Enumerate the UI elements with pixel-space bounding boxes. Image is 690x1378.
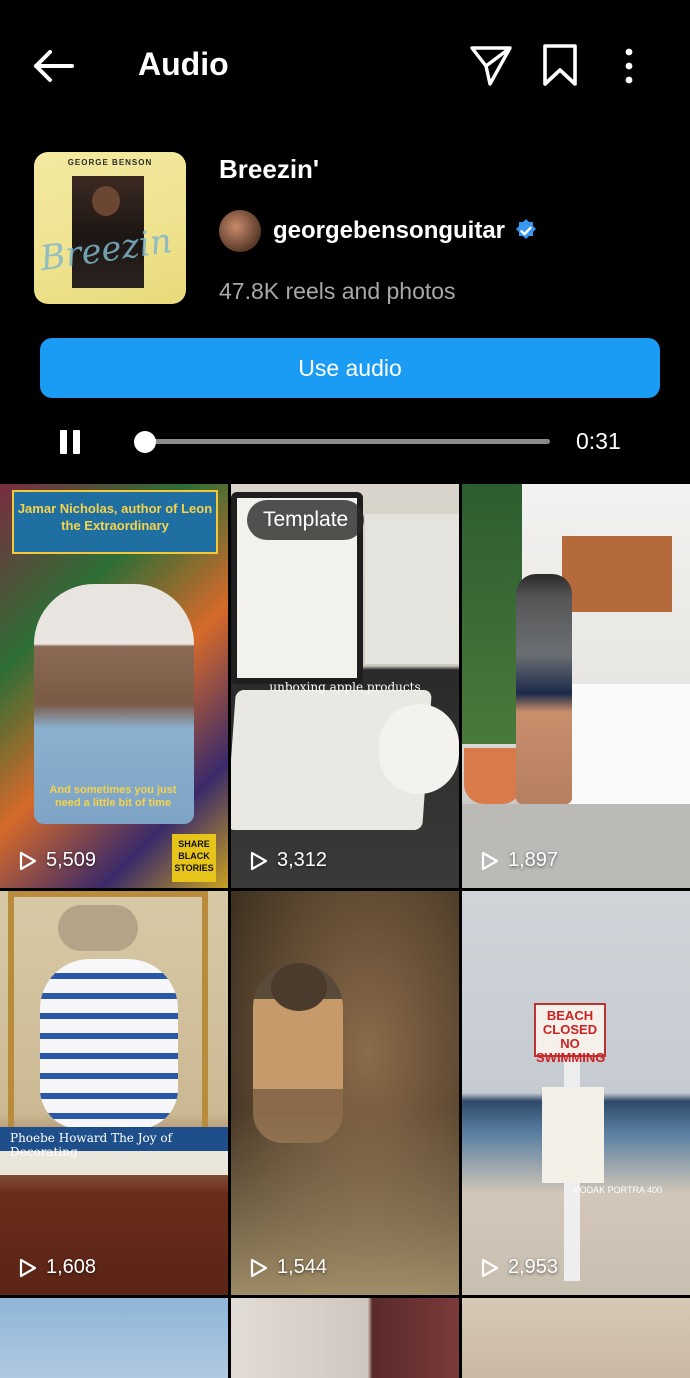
- reel-tile[interactable]: [462, 1298, 690, 1378]
- share-black-stories-badge: SHARE BLACK STORIES: [172, 834, 216, 882]
- artist-link[interactable]: georgebensonguitar: [219, 208, 539, 254]
- floor: [462, 804, 690, 888]
- reel-caption: And sometimes you just need a little bit…: [49, 784, 177, 809]
- arrow-left-icon[interactable]: [28, 44, 80, 88]
- more-vertical-icon[interactable]: [614, 44, 644, 88]
- reel-count: 47.8K reels and photos: [219, 278, 456, 304]
- reel-tile[interactable]: [0, 1298, 228, 1378]
- water-conditions-sign: [542, 1087, 604, 1183]
- view-count: 1,544: [247, 1256, 327, 1279]
- album-cover-title: GEORGE BENSON: [67, 158, 153, 167]
- reel-tile[interactable]: 1,544: [231, 891, 459, 1295]
- play-icon: [481, 851, 499, 870]
- verified-badge-icon: [516, 219, 537, 239]
- playback-progress-track[interactable]: [144, 439, 550, 444]
- playback-scrubber-handle[interactable]: [134, 431, 156, 453]
- album-cover: GEORGE BENSON Breezin: [34, 152, 186, 304]
- pause-icon[interactable]: [58, 428, 82, 456]
- counter: [564, 684, 690, 824]
- play-icon: [19, 1258, 37, 1277]
- view-count: 5,509: [16, 849, 96, 872]
- product-box: [365, 514, 459, 664]
- play-icon: [19, 851, 37, 870]
- book-title: Phoebe Howard The Joy of Decorating: [10, 1131, 173, 1159]
- playback-time: 0:31: [576, 428, 621, 454]
- view-count: 2,953: [478, 1256, 558, 1279]
- reel-tile[interactable]: Phoebe Howard The Joy of Decorating 1,60…: [0, 891, 228, 1295]
- reel-tile[interactable]: unboxing apple products Template 3,312: [231, 484, 459, 888]
- reel-title-banner: Jamar Nicholas, author of Leon the Extra…: [12, 490, 218, 554]
- view-count: 3,312: [247, 849, 327, 872]
- plant-pot: [464, 748, 522, 804]
- mouse: [379, 704, 459, 794]
- album-cover-face: [92, 186, 120, 216]
- template-badge: Template: [247, 500, 365, 540]
- ginger-jar: [40, 959, 178, 1129]
- play-icon: [250, 1258, 268, 1277]
- view-count: 1,897: [478, 849, 558, 872]
- bookmark-icon[interactable]: [540, 42, 580, 88]
- use-audio-button[interactable]: Use audio: [40, 338, 660, 398]
- song-title: Breezin': [219, 154, 320, 184]
- beach-closed-sign: BEACH CLOSED NO SWIMMING: [534, 1003, 606, 1065]
- reel-thumbnail-person: [516, 574, 572, 804]
- view-count: 1,608: [16, 1256, 96, 1279]
- reel-tile[interactable]: [231, 1298, 459, 1378]
- reel-tile[interactable]: BEACH CLOSED NO SWIMMING KODAK PORTRA 40…: [462, 891, 690, 1295]
- bird-figurines: [58, 905, 138, 951]
- play-icon: [481, 1258, 499, 1277]
- avatar[interactable]: [219, 210, 261, 252]
- send-icon[interactable]: [468, 42, 514, 88]
- artist-name[interactable]: georgebensonguitar: [273, 217, 505, 245]
- palm-plant: [462, 484, 522, 744]
- play-icon: [250, 851, 268, 870]
- cabinet: [562, 536, 672, 612]
- reel-caption: unboxing apple products: [269, 680, 421, 694]
- reel-tile[interactable]: 1,897: [462, 484, 690, 888]
- film-watermark: KODAK PORTRA 400: [573, 1185, 662, 1195]
- top-bar: Audio: [0, 0, 690, 130]
- bird-head: [271, 963, 327, 1011]
- reel-tile[interactable]: Jamar Nicholas, author of Leon the Extra…: [0, 484, 228, 888]
- page-title: Audio: [138, 46, 229, 82]
